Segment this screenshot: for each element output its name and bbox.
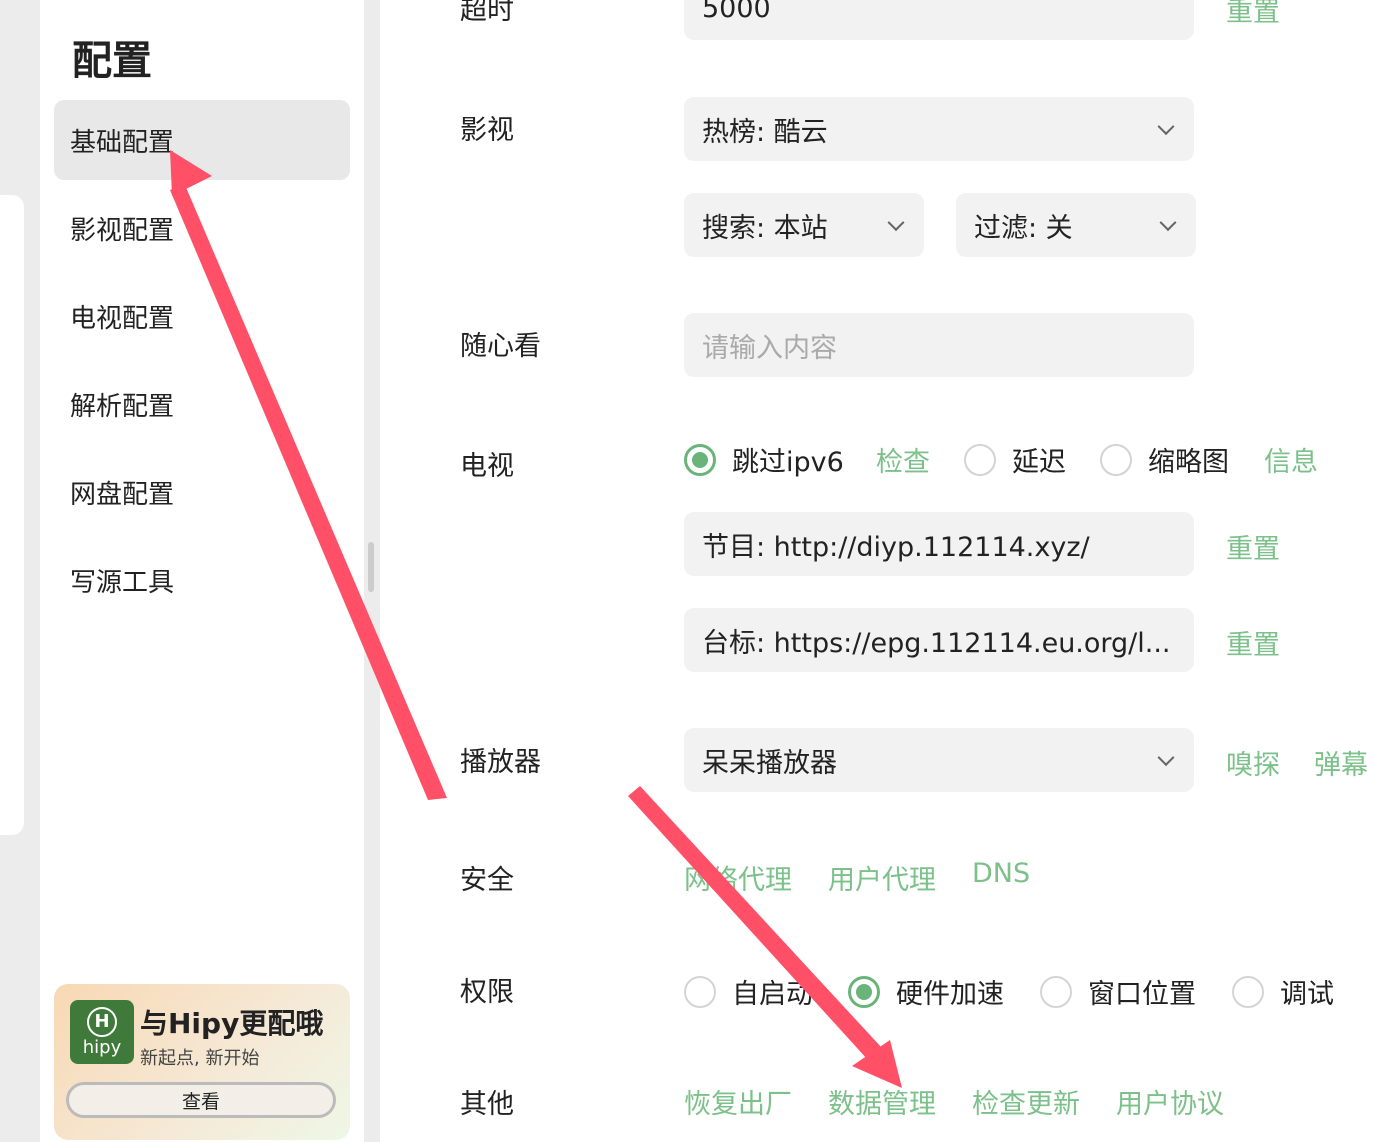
background-panel — [0, 195, 24, 835]
radio-unchecked-icon[interactable] — [1232, 975, 1264, 1008]
sidebar: 配置 基础配置 影视配置 电视配置 解析配置 网盘配置 写源工具 H hipy … — [40, 0, 364, 1142]
epg-input[interactable]: 节目: http://diyp.112114.xyz/ — [684, 512, 1194, 576]
sidebar-item-tv[interactable]: 电视配置 — [54, 276, 350, 356]
sidebar-title: 配置 — [72, 38, 152, 84]
timeout-input[interactable]: 5000 — [684, 0, 1194, 40]
chevron-down-icon — [1159, 214, 1177, 232]
sniff-link[interactable]: 嗅探 — [1226, 743, 1280, 782]
radio-unchecked-icon[interactable] — [1040, 975, 1072, 1008]
promo-title: 与Hipy更配哦 — [140, 1007, 324, 1040]
timeout-reset-link[interactable]: 重置 — [1226, 0, 1280, 29]
info-link[interactable]: 信息 — [1264, 440, 1318, 479]
promo-view-button[interactable]: 查看 — [66, 1082, 336, 1118]
settings-panel: 超时 5000 重置 影视 热榜: 酷云 搜索: 本站 过滤: 关 随心看 请输… — [380, 0, 1398, 1142]
network-proxy-link[interactable]: 网络代理 — [684, 858, 792, 897]
player-value: 呆呆播放器 — [702, 747, 837, 779]
debug-label: 调试 — [1280, 979, 1334, 1010]
channel-logo-input[interactable]: 台标: https://epg.112114.eu.org/l... — [684, 608, 1194, 672]
filter-select[interactable]: 过滤: 关 — [956, 193, 1196, 257]
filter-value: 过滤: 关 — [974, 212, 1073, 244]
logo-reset-link[interactable]: 重置 — [1226, 623, 1280, 662]
permission-label: 权限 — [460, 977, 514, 1008]
chevron-down-icon — [887, 214, 905, 232]
radio-unchecked-icon[interactable] — [964, 443, 996, 476]
autostart-option[interactable]: 自启动 — [684, 972, 813, 1011]
chevron-down-icon — [1157, 749, 1175, 767]
radio-unchecked-icon[interactable] — [684, 975, 716, 1008]
radio-checked-icon[interactable] — [684, 443, 716, 476]
tv-label: 电视 — [460, 451, 514, 482]
timeout-value: 5000 — [702, 0, 771, 24]
skip-ipv6-label: 跳过ipv6 — [732, 447, 844, 478]
debug-option[interactable]: 调试 — [1232, 972, 1334, 1011]
sidebar-item-cloud-drive[interactable]: 网盘配置 — [54, 452, 350, 532]
hot-list-value: 热榜: 酷云 — [702, 116, 828, 148]
check-update-link[interactable]: 检查更新 — [972, 1082, 1080, 1121]
promo-subtitle: 新起点, 新开始 — [140, 1048, 260, 1069]
epg-value: 节目: http://diyp.112114.xyz/ — [702, 531, 1090, 563]
sidebar-item-parse[interactable]: 解析配置 — [54, 364, 350, 444]
hipy-logo-icon: H — [87, 1007, 117, 1037]
window-position-label: 窗口位置 — [1088, 979, 1196, 1010]
check-link[interactable]: 检查 — [876, 440, 930, 479]
search-source-select[interactable]: 搜索: 本站 — [684, 193, 924, 257]
hardware-accel-option[interactable]: 硬件加速 — [848, 972, 1004, 1011]
thumbnail-option[interactable]: 缩略图 — [1100, 440, 1229, 479]
sidebar-item-film[interactable]: 影视配置 — [54, 188, 350, 268]
factory-reset-link[interactable]: 恢复出厂 — [684, 1082, 792, 1121]
channel-logo-value: 台标: https://epg.112114.eu.org/l... — [702, 627, 1171, 659]
hot-list-select[interactable]: 热榜: 酷云 — [684, 97, 1194, 161]
sidebar-nav: 基础配置 影视配置 电视配置 解析配置 网盘配置 写源工具 — [54, 100, 350, 628]
random-watch-input[interactable]: 请输入内容 — [684, 313, 1194, 377]
security-label: 安全 — [460, 865, 514, 896]
thumbnail-label: 缩略图 — [1148, 447, 1229, 478]
random-watch-placeholder: 请输入内容 — [702, 332, 837, 364]
autostart-label: 自启动 — [732, 979, 813, 1010]
epg-reset-link[interactable]: 重置 — [1226, 527, 1280, 566]
data-manage-link[interactable]: 数据管理 — [828, 1082, 936, 1121]
random-watch-label: 随心看 — [460, 331, 541, 362]
other-label: 其他 — [460, 1089, 514, 1120]
player-label: 播放器 — [460, 747, 541, 778]
user-agent-link[interactable]: 用户代理 — [828, 858, 936, 897]
dns-link[interactable]: DNS — [972, 858, 1030, 889]
radio-checked-icon[interactable] — [848, 975, 880, 1008]
sidebar-item-source-tool[interactable]: 写源工具 — [54, 540, 350, 620]
search-source-value: 搜索: 本站 — [702, 212, 828, 244]
timeout-label: 超时 — [460, 0, 514, 26]
skip-ipv6-option[interactable]: 跳过ipv6 — [684, 440, 844, 479]
chevron-down-icon — [1157, 118, 1175, 136]
player-select[interactable]: 呆呆播放器 — [684, 728, 1194, 792]
promo-card: H hipy 与Hipy更配哦 新起点, 新开始 查看 — [54, 984, 350, 1140]
delay-label: 延迟 — [1012, 447, 1066, 478]
hipy-logo-text: hipy — [82, 1037, 122, 1058]
sidebar-scrollbar[interactable] — [368, 542, 374, 592]
user-agreement-link[interactable]: 用户协议 — [1116, 1082, 1224, 1121]
hardware-accel-label: 硬件加速 — [896, 979, 1004, 1010]
delay-option[interactable]: 延迟 — [964, 440, 1066, 479]
film-label: 影视 — [460, 115, 514, 146]
radio-unchecked-icon[interactable] — [1100, 443, 1132, 476]
window-position-option[interactable]: 窗口位置 — [1040, 972, 1196, 1011]
sidebar-item-basic[interactable]: 基础配置 — [54, 100, 350, 180]
hipy-logo: H hipy — [70, 1000, 134, 1064]
danmaku-link[interactable]: 弹幕 — [1314, 743, 1368, 782]
